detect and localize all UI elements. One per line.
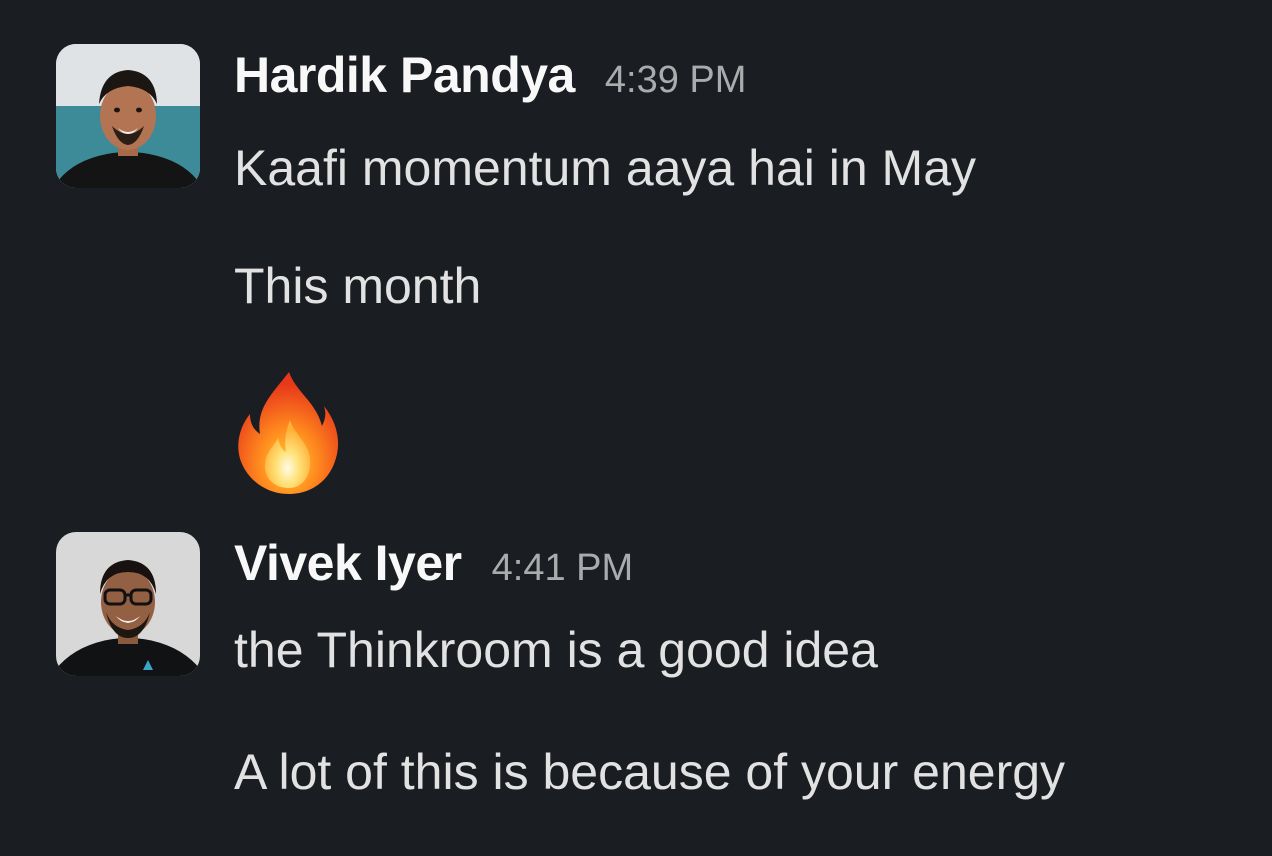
timestamp[interactable]: 4:39 PM (605, 59, 747, 102)
message-text: A lot of this is because of your energy (234, 744, 1066, 800)
message: Hardik Pandya 4:39 PM Kaafi momentum aay… (56, 44, 976, 496)
user-avatar-icon (56, 44, 200, 188)
avatar[interactable] (56, 532, 200, 676)
timestamp[interactable]: 4:41 PM (492, 547, 634, 590)
message-text: Kaafi momentum aaya hai in May (234, 140, 977, 196)
message: Vivek Iyer 4:41 PM the Thinkroom is a go… (56, 532, 1065, 802)
sender-name[interactable]: Vivek Iyer (234, 534, 462, 592)
sender-name[interactable]: Hardik Pandya (234, 46, 575, 104)
message-text: This month (234, 258, 482, 314)
fire-emoji-icon (234, 368, 344, 496)
message-list: Hardik Pandya 4:39 PM Kaafi momentum aay… (0, 0, 1272, 856)
user-avatar-icon (56, 532, 200, 676)
message-text: the Thinkroom is a good idea (234, 622, 878, 678)
avatar[interactable] (56, 44, 200, 188)
